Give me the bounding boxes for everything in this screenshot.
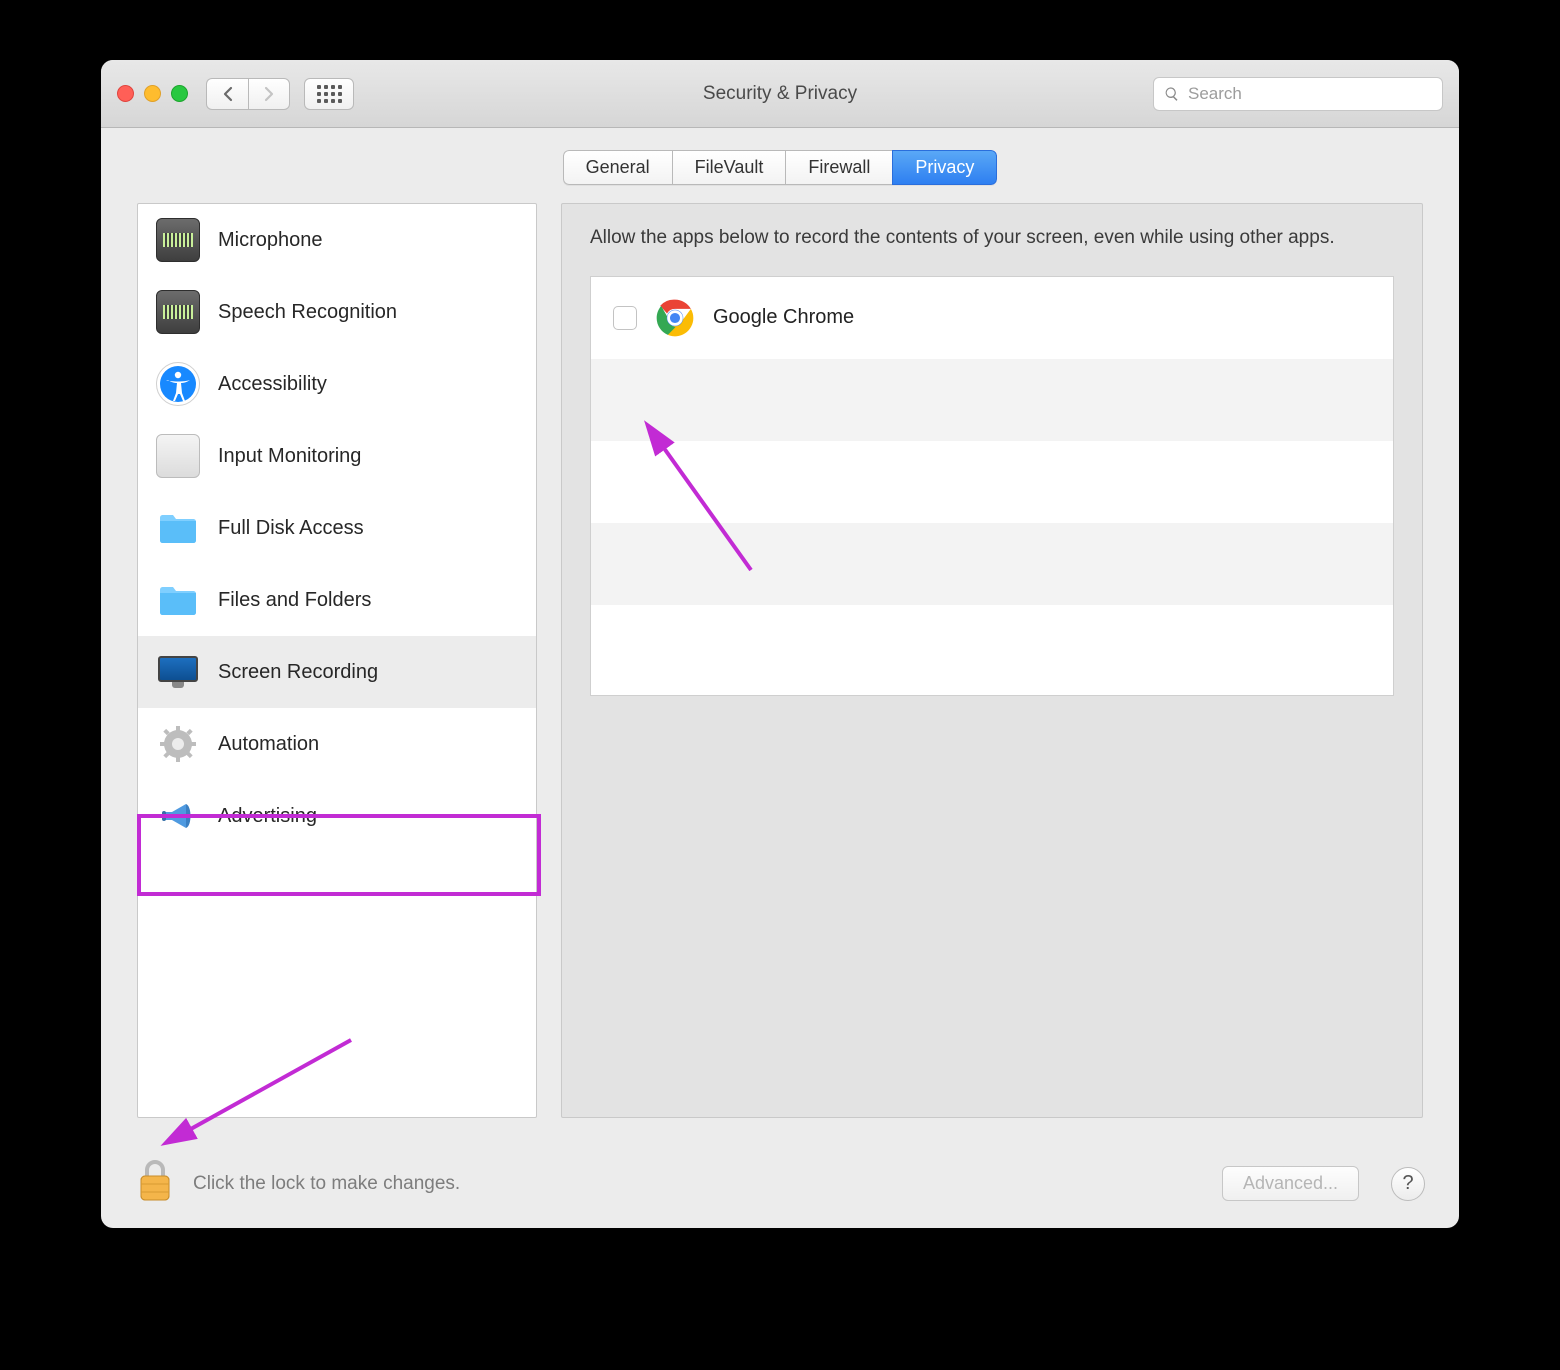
- chevron-right-icon: [263, 86, 275, 102]
- tab-privacy[interactable]: Privacy: [892, 150, 997, 185]
- list-empty-row: [591, 523, 1393, 605]
- sidebar-item-label: Screen Recording: [218, 661, 378, 684]
- list-empty-row: [591, 605, 1393, 687]
- chrome-icon: [653, 296, 697, 340]
- sidebar-item-label: Speech Recognition: [218, 301, 397, 324]
- list-empty-row: [591, 359, 1393, 441]
- mic-icon: [156, 218, 200, 262]
- help-button[interactable]: ?: [1391, 1167, 1425, 1201]
- zoom-window-button[interactable]: [171, 85, 188, 102]
- speech-icon: [156, 290, 200, 334]
- sidebar-item-advertising[interactable]: Advertising: [138, 780, 536, 852]
- search-field[interactable]: [1153, 77, 1443, 111]
- tab-general[interactable]: General: [563, 150, 672, 185]
- folder-icon: [156, 578, 200, 622]
- detail-pane: Allow the apps below to record the conte…: [561, 203, 1423, 1118]
- minimize-window-button[interactable]: [144, 85, 161, 102]
- titlebar: Security & Privacy: [101, 60, 1459, 128]
- chevron-left-icon: [222, 86, 234, 102]
- sidebar-item-label: Input Monitoring: [218, 445, 361, 468]
- sidebar-item-microphone[interactable]: Microphone: [138, 204, 536, 276]
- tab-firewall[interactable]: Firewall: [785, 150, 892, 185]
- sidebar-item-label: Full Disk Access: [218, 517, 364, 540]
- sidebar-item-label: Files and Folders: [218, 589, 371, 612]
- tab-bar: General FileVault Firewall Privacy: [101, 128, 1459, 203]
- footer: Click the lock to make changes. Advanced…: [101, 1138, 1459, 1228]
- sidebar-item-automation[interactable]: Automation: [138, 708, 536, 780]
- search-input[interactable]: [1188, 84, 1432, 104]
- app-checkbox[interactable]: [613, 306, 637, 330]
- folder-icon: [156, 506, 200, 550]
- screen-icon: [156, 650, 200, 694]
- pane-description: Allow the apps below to record the conte…: [590, 224, 1394, 252]
- tab-filevault[interactable]: FileVault: [672, 150, 786, 185]
- lock-icon: [135, 1158, 175, 1204]
- back-button[interactable]: [206, 78, 248, 110]
- window-controls: [117, 85, 188, 102]
- sidebar-item-speech-recognition[interactable]: Speech Recognition: [138, 276, 536, 348]
- show-all-button[interactable]: [304, 78, 354, 110]
- sidebar-item-files-and-folders[interactable]: Files and Folders: [138, 564, 536, 636]
- lock-text: Click the lock to make changes.: [193, 1173, 460, 1195]
- list-empty-row: [591, 441, 1393, 523]
- sidebar-item-label: Accessibility: [218, 373, 327, 396]
- app-name: Google Chrome: [713, 306, 854, 329]
- megaphone-icon: [156, 794, 200, 838]
- sidebar-item-label: Advertising: [218, 805, 317, 828]
- sidebar-item-label: Microphone: [218, 229, 323, 252]
- search-icon: [1164, 86, 1180, 102]
- nav-buttons: [206, 78, 354, 110]
- lock-button[interactable]: [135, 1158, 175, 1209]
- preferences-window: Security & Privacy General FileVault Fir…: [101, 60, 1459, 1228]
- sidebar-item-input-monitoring[interactable]: Input Monitoring: [138, 420, 536, 492]
- sidebar-item-full-disk-access[interactable]: Full Disk Access: [138, 492, 536, 564]
- sidebar-item-screen-recording[interactable]: Screen Recording: [138, 636, 536, 708]
- content-area: Microphone Speech Recognition Accessibil…: [101, 203, 1459, 1138]
- app-list: Google Chrome: [590, 276, 1394, 696]
- advanced-button[interactable]: Advanced...: [1222, 1166, 1359, 1201]
- accessibility-icon: [156, 362, 200, 406]
- privacy-category-list[interactable]: Microphone Speech Recognition Accessibil…: [137, 203, 537, 1118]
- sidebar-item-accessibility[interactable]: Accessibility: [138, 348, 536, 420]
- sidebar-item-label: Automation: [218, 733, 319, 756]
- gear-icon: [156, 722, 200, 766]
- grid-icon: [317, 85, 342, 103]
- keyboard-icon: [156, 434, 200, 478]
- app-row-google-chrome[interactable]: Google Chrome: [591, 277, 1393, 359]
- forward-button[interactable]: [248, 78, 290, 110]
- close-window-button[interactable]: [117, 85, 134, 102]
